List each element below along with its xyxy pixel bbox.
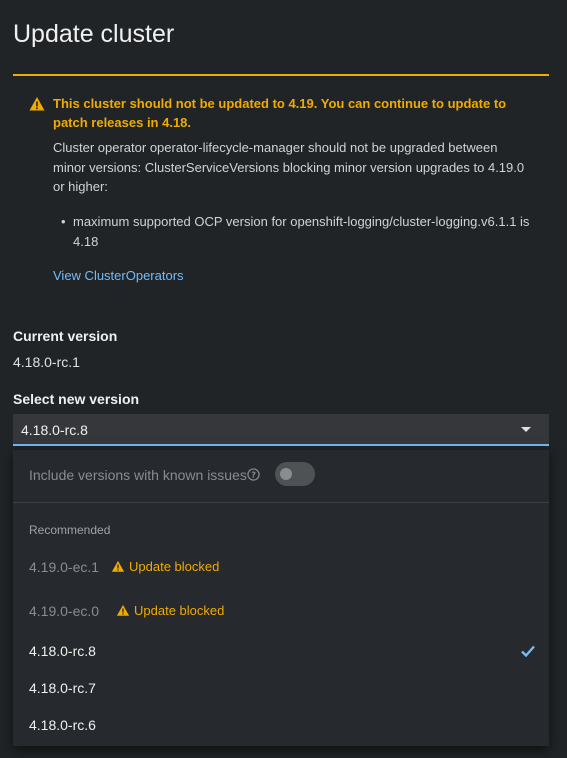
select-version-label: Select new version	[13, 391, 140, 407]
version-option-label: 4.19.0-ec.1	[29, 559, 100, 575]
question-circle-icon[interactable]: ?	[247, 468, 260, 481]
warning-triangle-icon	[111, 560, 125, 572]
update-cluster-modal: Update cluster This cluster should not b…	[0, 0, 567, 758]
known-issues-label: Include versions with known issues	[29, 467, 247, 483]
version-option-label: 4.18.0-rc.8	[29, 643, 96, 659]
known-issues-toggle-row: Include versions with known issues ?	[13, 450, 549, 503]
warning-triangle-icon	[29, 97, 45, 111]
update-blocked-badge: Update blocked	[116, 603, 224, 618]
version-option[interactable]: 4.18.0-rc.7	[13, 671, 549, 705]
caret-down-icon	[521, 427, 531, 432]
version-option[interactable]: 4.19.0-ec.0 Update blocked	[13, 594, 549, 628]
version-option[interactable]: 4.18.0-rc.6	[13, 708, 549, 742]
svg-text:?: ?	[251, 469, 256, 479]
current-version-label: Current version	[13, 328, 118, 344]
warning-triangle-icon	[116, 604, 130, 616]
bullet-dot: •	[61, 214, 66, 229]
version-dropdown-menu: Include versions with known issues ? Rec…	[13, 450, 549, 746]
known-issues-switch[interactable]	[275, 462, 315, 486]
version-option-label: 4.19.0-ec.0	[29, 603, 100, 619]
switch-knob	[280, 468, 292, 480]
check-icon	[521, 645, 535, 657]
alert-body: Cluster operator operator-lifecycle-mana…	[53, 140, 525, 194]
alert-bullet-text: maximum supported OCP version for opensh…	[73, 214, 530, 249]
update-blocked-text: Update blocked	[134, 603, 225, 618]
version-select-value: 4.18.0-rc.8	[21, 422, 88, 438]
recommended-group-label: Recommended	[29, 523, 111, 537]
update-blocked-text: Update blocked	[129, 559, 220, 574]
view-cluster-operators-link[interactable]: View ClusterOperators	[53, 268, 184, 283]
alert-bullet-item: • maximum supported OCP version for open…	[61, 212, 543, 251]
modal-title: Update cluster	[13, 20, 175, 48]
version-option-label: 4.18.0-rc.7	[29, 680, 96, 696]
current-version-value: 4.18.0-rc.1	[13, 354, 80, 370]
warning-alert: This cluster should not be updated to 4.…	[13, 74, 549, 306]
alert-title: This cluster should not be updated to 4.…	[53, 96, 507, 130]
version-option[interactable]: 4.18.0-rc.8	[13, 634, 549, 668]
version-option[interactable]: 4.19.0-ec.1 Update blocked	[13, 550, 549, 584]
version-select[interactable]: 4.18.0-rc.8	[13, 414, 549, 446]
version-option-label: 4.18.0-rc.6	[29, 717, 96, 733]
update-blocked-badge: Update blocked	[111, 559, 219, 574]
